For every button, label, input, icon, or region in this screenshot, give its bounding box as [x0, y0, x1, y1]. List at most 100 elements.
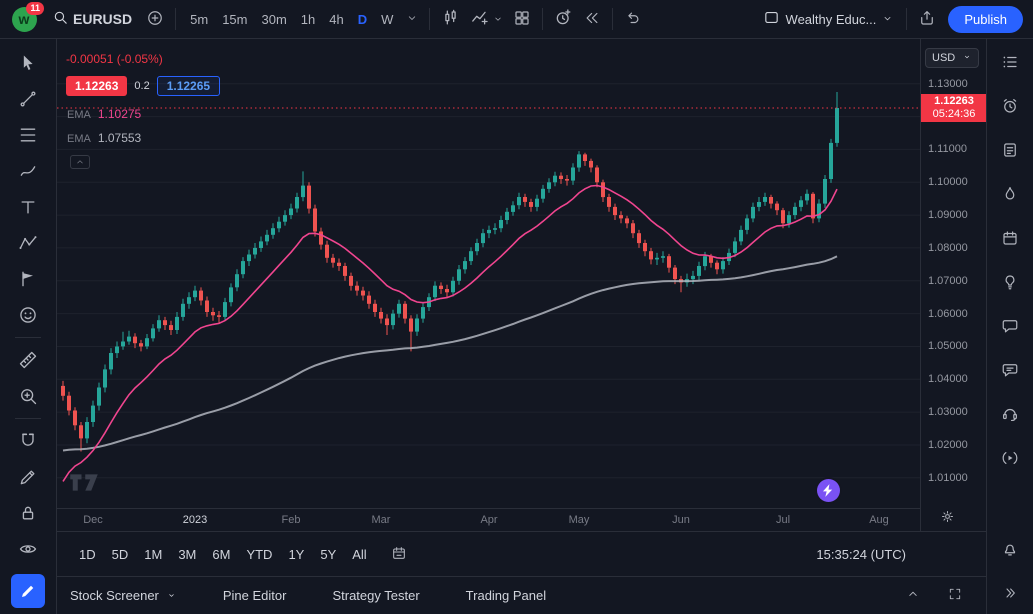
add-symbol-button[interactable] — [142, 5, 168, 34]
symbol-label: EURUSD — [73, 11, 132, 27]
edit-tool[interactable] — [11, 460, 45, 494]
stock-screener-tab[interactable]: Stock Screener — [70, 582, 177, 609]
interval-menu-button[interactable] — [402, 8, 422, 31]
assistant-bubble-icon[interactable] — [817, 479, 840, 502]
text-tool[interactable] — [11, 190, 45, 224]
comments-button[interactable] — [995, 355, 1025, 385]
ideas-button[interactable] — [995, 267, 1025, 297]
price-axis-label: 1.06000 — [928, 307, 968, 321]
forecast-tool[interactable] — [11, 262, 45, 296]
hotlist-button[interactable] — [995, 179, 1025, 209]
share-icon — [918, 9, 936, 27]
symbol-search-button[interactable]: EURUSD — [44, 5, 140, 33]
eye-tool[interactable] — [11, 532, 45, 566]
magnet-tool[interactable] — [11, 424, 45, 458]
streams-button[interactable] — [995, 443, 1025, 473]
chart-area[interactable]: -0.00051 (-0.05%) 1.12263 0.2 1.12265 EM… — [57, 39, 920, 508]
undo-icon — [624, 9, 642, 27]
interval-D-button[interactable]: D — [351, 8, 374, 31]
collapse-sidebar-button[interactable] — [995, 578, 1025, 608]
user-menu-button[interactable]: w 11 — [6, 4, 42, 34]
panel-expand-button[interactable] — [902, 583, 924, 608]
range-1M-button[interactable]: 1M — [136, 542, 170, 567]
notes-icon — [1001, 140, 1019, 160]
lightning-icon — [823, 484, 834, 497]
fib-retracement-icon — [18, 125, 38, 145]
fib-retracement-tool[interactable] — [11, 118, 45, 152]
go-to-date-button[interactable] — [387, 541, 411, 568]
watchlist-button[interactable] — [995, 47, 1025, 77]
expand-icon — [948, 587, 962, 601]
interval-W-button[interactable]: W — [374, 8, 400, 31]
drawing-panel-tool[interactable] — [11, 574, 45, 608]
interval-15m-button[interactable]: 15m — [215, 8, 254, 31]
date-axis-label: Jun — [672, 509, 690, 531]
caret-icon — [962, 52, 972, 62]
notes-button[interactable] — [995, 135, 1025, 165]
legend-collapse-button[interactable] — [70, 155, 90, 169]
chart-type-button[interactable] — [437, 4, 464, 34]
range-1D-button[interactable]: 1D — [71, 542, 104, 567]
range-YTD-button[interactable]: YTD — [238, 542, 280, 567]
lock-tool[interactable] — [11, 496, 45, 530]
brush-tool[interactable] — [11, 154, 45, 188]
interval-1h-button[interactable]: 1h — [294, 8, 322, 31]
xabcd-pattern-tool[interactable] — [11, 226, 45, 260]
date-axis-label: Jul — [776, 509, 790, 531]
candlestick-chart[interactable] — [57, 39, 920, 508]
range-All-button[interactable]: All — [344, 542, 374, 567]
indicators-button[interactable] — [466, 4, 507, 34]
divider — [429, 8, 430, 30]
calendar-button[interactable] — [995, 223, 1025, 253]
share-button[interactable] — [914, 5, 940, 34]
interval-5m-button[interactable]: 5m — [183, 8, 215, 31]
trend-line-icon — [18, 89, 38, 109]
undo-button[interactable] — [620, 5, 646, 34]
chevron-up-icon — [75, 157, 85, 167]
alerts-button[interactable] — [995, 91, 1025, 121]
clock-label[interactable]: 15:35:24 (UTC) — [816, 547, 972, 562]
support-icon — [1001, 404, 1019, 424]
currency-toggle[interactable]: USD — [925, 48, 979, 68]
divider — [175, 8, 176, 30]
emoji-tool[interactable] — [11, 298, 45, 332]
trend-line-tool[interactable] — [11, 82, 45, 116]
trading-panel-tab[interactable]: Trading Panel — [466, 582, 546, 609]
bar-replay-button[interactable] — [579, 5, 605, 34]
range-5D-button[interactable]: 5D — [104, 542, 137, 567]
buy-button[interactable]: 1.12265 — [157, 76, 220, 96]
notifications-count-badge: 11 — [26, 2, 44, 15]
price-axis-label: 1.07000 — [928, 274, 968, 288]
streams-icon — [1001, 448, 1019, 468]
strategy-tester-tab[interactable]: Strategy Tester — [332, 582, 419, 609]
interval-4h-button[interactable]: 4h — [322, 8, 350, 31]
zoom-in-tool[interactable] — [11, 379, 45, 413]
price-axis-label: 1.02000 — [928, 438, 968, 452]
support-button[interactable] — [995, 399, 1025, 429]
notifications-button[interactable] — [995, 534, 1025, 564]
cursor-tool[interactable] — [11, 46, 45, 80]
interval-30m-button[interactable]: 30m — [254, 8, 293, 31]
chats-button[interactable] — [995, 311, 1025, 341]
sell-button[interactable]: 1.12263 — [66, 76, 127, 96]
candles-icon — [441, 8, 460, 27]
price-axis-label: 1.10000 — [928, 175, 968, 189]
range-6M-button[interactable]: 6M — [204, 542, 238, 567]
range-3M-button[interactable]: 3M — [170, 542, 204, 567]
publish-button[interactable]: Publish — [948, 6, 1023, 33]
pine-editor-tab[interactable]: Pine Editor — [223, 582, 287, 609]
price-axis[interactable]: USD 1.12263 05:24:36 1.130001.120001.110… — [920, 39, 987, 531]
spread-label: 0.2 — [134, 80, 149, 92]
layout-select-button[interactable]: Wealthy Educ... — [757, 5, 900, 33]
panel-fullscreen-button[interactable] — [944, 583, 966, 608]
date-axis-label: Feb — [282, 509, 301, 531]
ruler-tool[interactable] — [11, 343, 45, 377]
date-axis-label: Mar — [372, 509, 391, 531]
range-5Y-button[interactable]: 5Y — [312, 542, 344, 567]
range-1Y-button[interactable]: 1Y — [280, 542, 312, 567]
date-axis[interactable]: Dec2023FebMarAprMayJunJulAug — [57, 508, 920, 532]
create-alert-button[interactable] — [550, 4, 577, 34]
layout-grid-button[interactable] — [509, 5, 535, 34]
settings-gear-button[interactable] — [940, 509, 955, 527]
brush-icon — [18, 161, 38, 181]
